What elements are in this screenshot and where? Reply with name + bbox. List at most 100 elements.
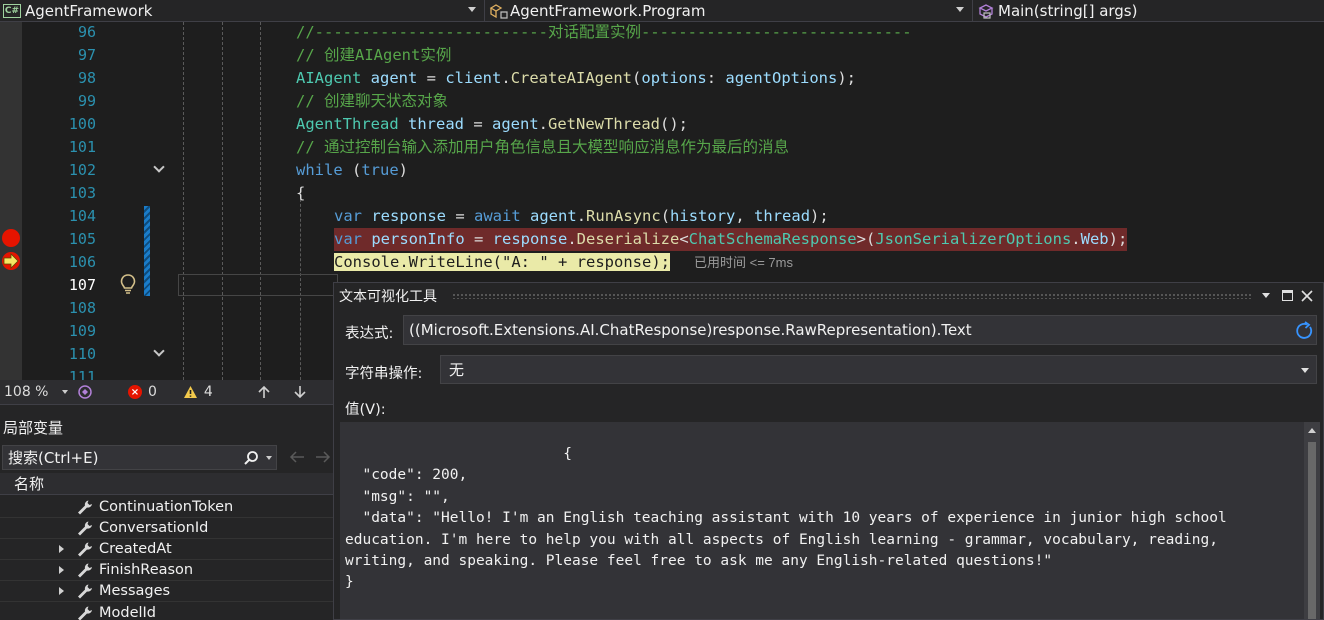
search-icon[interactable] — [243, 450, 259, 466]
breakpoint-margin[interactable] — [0, 22, 22, 380]
maximize-icon[interactable] — [1282, 290, 1293, 301]
expression-value: ((Microsoft.Extensions.AI.ChatResponse)r… — [409, 321, 972, 339]
variable-name: ContinuationToken — [99, 499, 234, 515]
line-number: 99 — [77, 92, 96, 110]
expand-arrow-icon[interactable] — [59, 545, 64, 553]
line-number: 109 — [68, 322, 96, 340]
token: ChatSchemaResponse — [688, 230, 857, 248]
class-dropdown[interactable]: AgentFramework.Program — [488, 0, 970, 22]
project-dropdown[interactable]: C# AgentFramework — [0, 0, 482, 22]
token: { — [296, 184, 306, 202]
token: < — [679, 230, 689, 248]
line-number: 101 — [68, 138, 96, 156]
class-icon — [489, 4, 508, 19]
csharp-project-icon: C# — [3, 4, 21, 18]
editor-status-bar: 108 % × 0 4 — [0, 380, 335, 404]
token: client — [445, 69, 502, 87]
token: history — [670, 207, 736, 225]
breakpoint-line: var personInfo = response.Deserialize<Ch… — [334, 228, 1128, 251]
chevron-down-icon — [62, 390, 68, 394]
token: ( — [632, 69, 642, 87]
window-title: 文本可视化工具 — [339, 289, 437, 305]
variable-name: ConversationId — [99, 520, 209, 536]
chevron-down-icon[interactable] — [266, 456, 272, 460]
list-item[interactable]: FinishReason — [0, 560, 333, 581]
token: options — [641, 69, 707, 87]
token: "A: " — [502, 253, 549, 271]
line-number: 108 — [68, 299, 96, 317]
drag-handle[interactable] — [452, 293, 1252, 299]
member-dropdown[interactable]: Main(string[] args) — [976, 0, 1324, 22]
expression-input[interactable]: ((Microsoft.Extensions.AI.ChatResponse)r… — [403, 315, 1317, 345]
expand-arrow-icon[interactable] — [59, 587, 64, 595]
string-operation-label: 字符串操作: — [345, 366, 423, 382]
method-icon — [978, 4, 994, 19]
divider — [972, 0, 973, 22]
warning-count[interactable]: 4 — [183, 384, 213, 400]
column-label: 名称 — [14, 475, 45, 493]
scroll-up-arrow-icon[interactable] — [1308, 428, 1316, 433]
list-item[interactable]: Messages — [0, 581, 333, 602]
collapse-chevron-icon[interactable] — [153, 161, 165, 173]
list-item[interactable]: CreatedAt — [0, 539, 333, 560]
list-item[interactable]: ConversationId — [0, 518, 333, 539]
expand-arrow-icon[interactable] — [59, 566, 64, 574]
code-cleanup-icon[interactable] — [76, 383, 94, 401]
line-number: 110 — [68, 345, 96, 363]
refresh-icon[interactable] — [1294, 321, 1314, 341]
variable-name: FinishReason — [99, 562, 194, 578]
token: ); — [810, 207, 829, 225]
close-icon[interactable] — [1300, 289, 1314, 303]
code-line: // 通过控制台输入添加用户角色信息且大模型响应消息作为最后的消息 — [296, 136, 789, 159]
back-arrow-icon[interactable] — [288, 449, 306, 465]
forward-arrow-icon[interactable] — [314, 449, 332, 465]
vertical-scrollbar[interactable] — [1304, 422, 1320, 619]
current-statement-arrow-icon[interactable] — [1, 251, 21, 271]
token: var — [334, 230, 362, 248]
comment: //-------------------------对话配置实例-------… — [296, 23, 912, 41]
variable-name: ModelId — [99, 604, 157, 620]
token: , — [735, 207, 755, 225]
zoom-level: 108 % — [4, 384, 49, 400]
search-input[interactable]: 搜索(Ctrl+E) — [2, 445, 277, 470]
token: (); — [660, 115, 688, 133]
token: ); — [837, 69, 857, 87]
comment: // 创建聊天状态对象 — [296, 92, 448, 110]
token: CreateAIAgent — [510, 69, 633, 87]
window-menu-chevron-icon[interactable] — [1262, 293, 1270, 298]
collapse-chevron-icon[interactable] — [153, 345, 165, 357]
arrow-down-icon[interactable] — [293, 384, 307, 400]
navigation-bar: C# AgentFramework AgentFramework.Program… — [0, 0, 1324, 22]
token: AIAgent — [296, 69, 362, 87]
column-header-name[interactable]: 名称 — [0, 473, 335, 495]
code-line: //-------------------------对话配置实例-------… — [296, 22, 912, 44]
string-operation-select[interactable]: 无 — [440, 355, 1317, 384]
token: . — [399, 253, 409, 271]
variable-name: Messages — [99, 583, 171, 599]
token: thread — [754, 207, 811, 225]
error-count[interactable]: × 0 — [128, 384, 157, 400]
token: ( — [342, 161, 362, 179]
line-number: 103 — [68, 184, 96, 202]
breakpoint-icon[interactable] — [2, 229, 20, 247]
token: agent — [530, 207, 577, 225]
locals-panel: 局部变量 搜索(Ctrl+E) 名称 ContinuationToken Con… — [0, 404, 335, 620]
wrench-icon — [78, 500, 92, 515]
comment: // 通过控制台输入添加用户角色信息且大模型响应消息作为最后的消息 — [296, 138, 789, 156]
variable-name: CreatedAt — [99, 541, 172, 557]
token: Console — [334, 253, 400, 271]
value-textbox[interactable]: { "code": 200, "msg": "", "data": "Hello… — [340, 422, 1306, 619]
list-item[interactable]: ContinuationToken — [0, 497, 333, 518]
zoom-dropdown[interactable]: 108 % — [0, 380, 72, 404]
token: ); — [1108, 230, 1128, 248]
scrollbar-thumb[interactable] — [1308, 442, 1316, 619]
token: = — [464, 115, 492, 133]
token: agent — [370, 69, 418, 87]
list-item[interactable]: ModelId — [0, 602, 333, 620]
search-placeholder: 搜索(Ctrl+E) — [8, 449, 99, 467]
arrow-up-icon[interactable] — [257, 384, 271, 400]
lightbulb-icon[interactable] — [119, 273, 137, 295]
wrench-icon — [78, 584, 92, 599]
token: personInfo — [371, 230, 465, 248]
token: . — [538, 115, 549, 133]
